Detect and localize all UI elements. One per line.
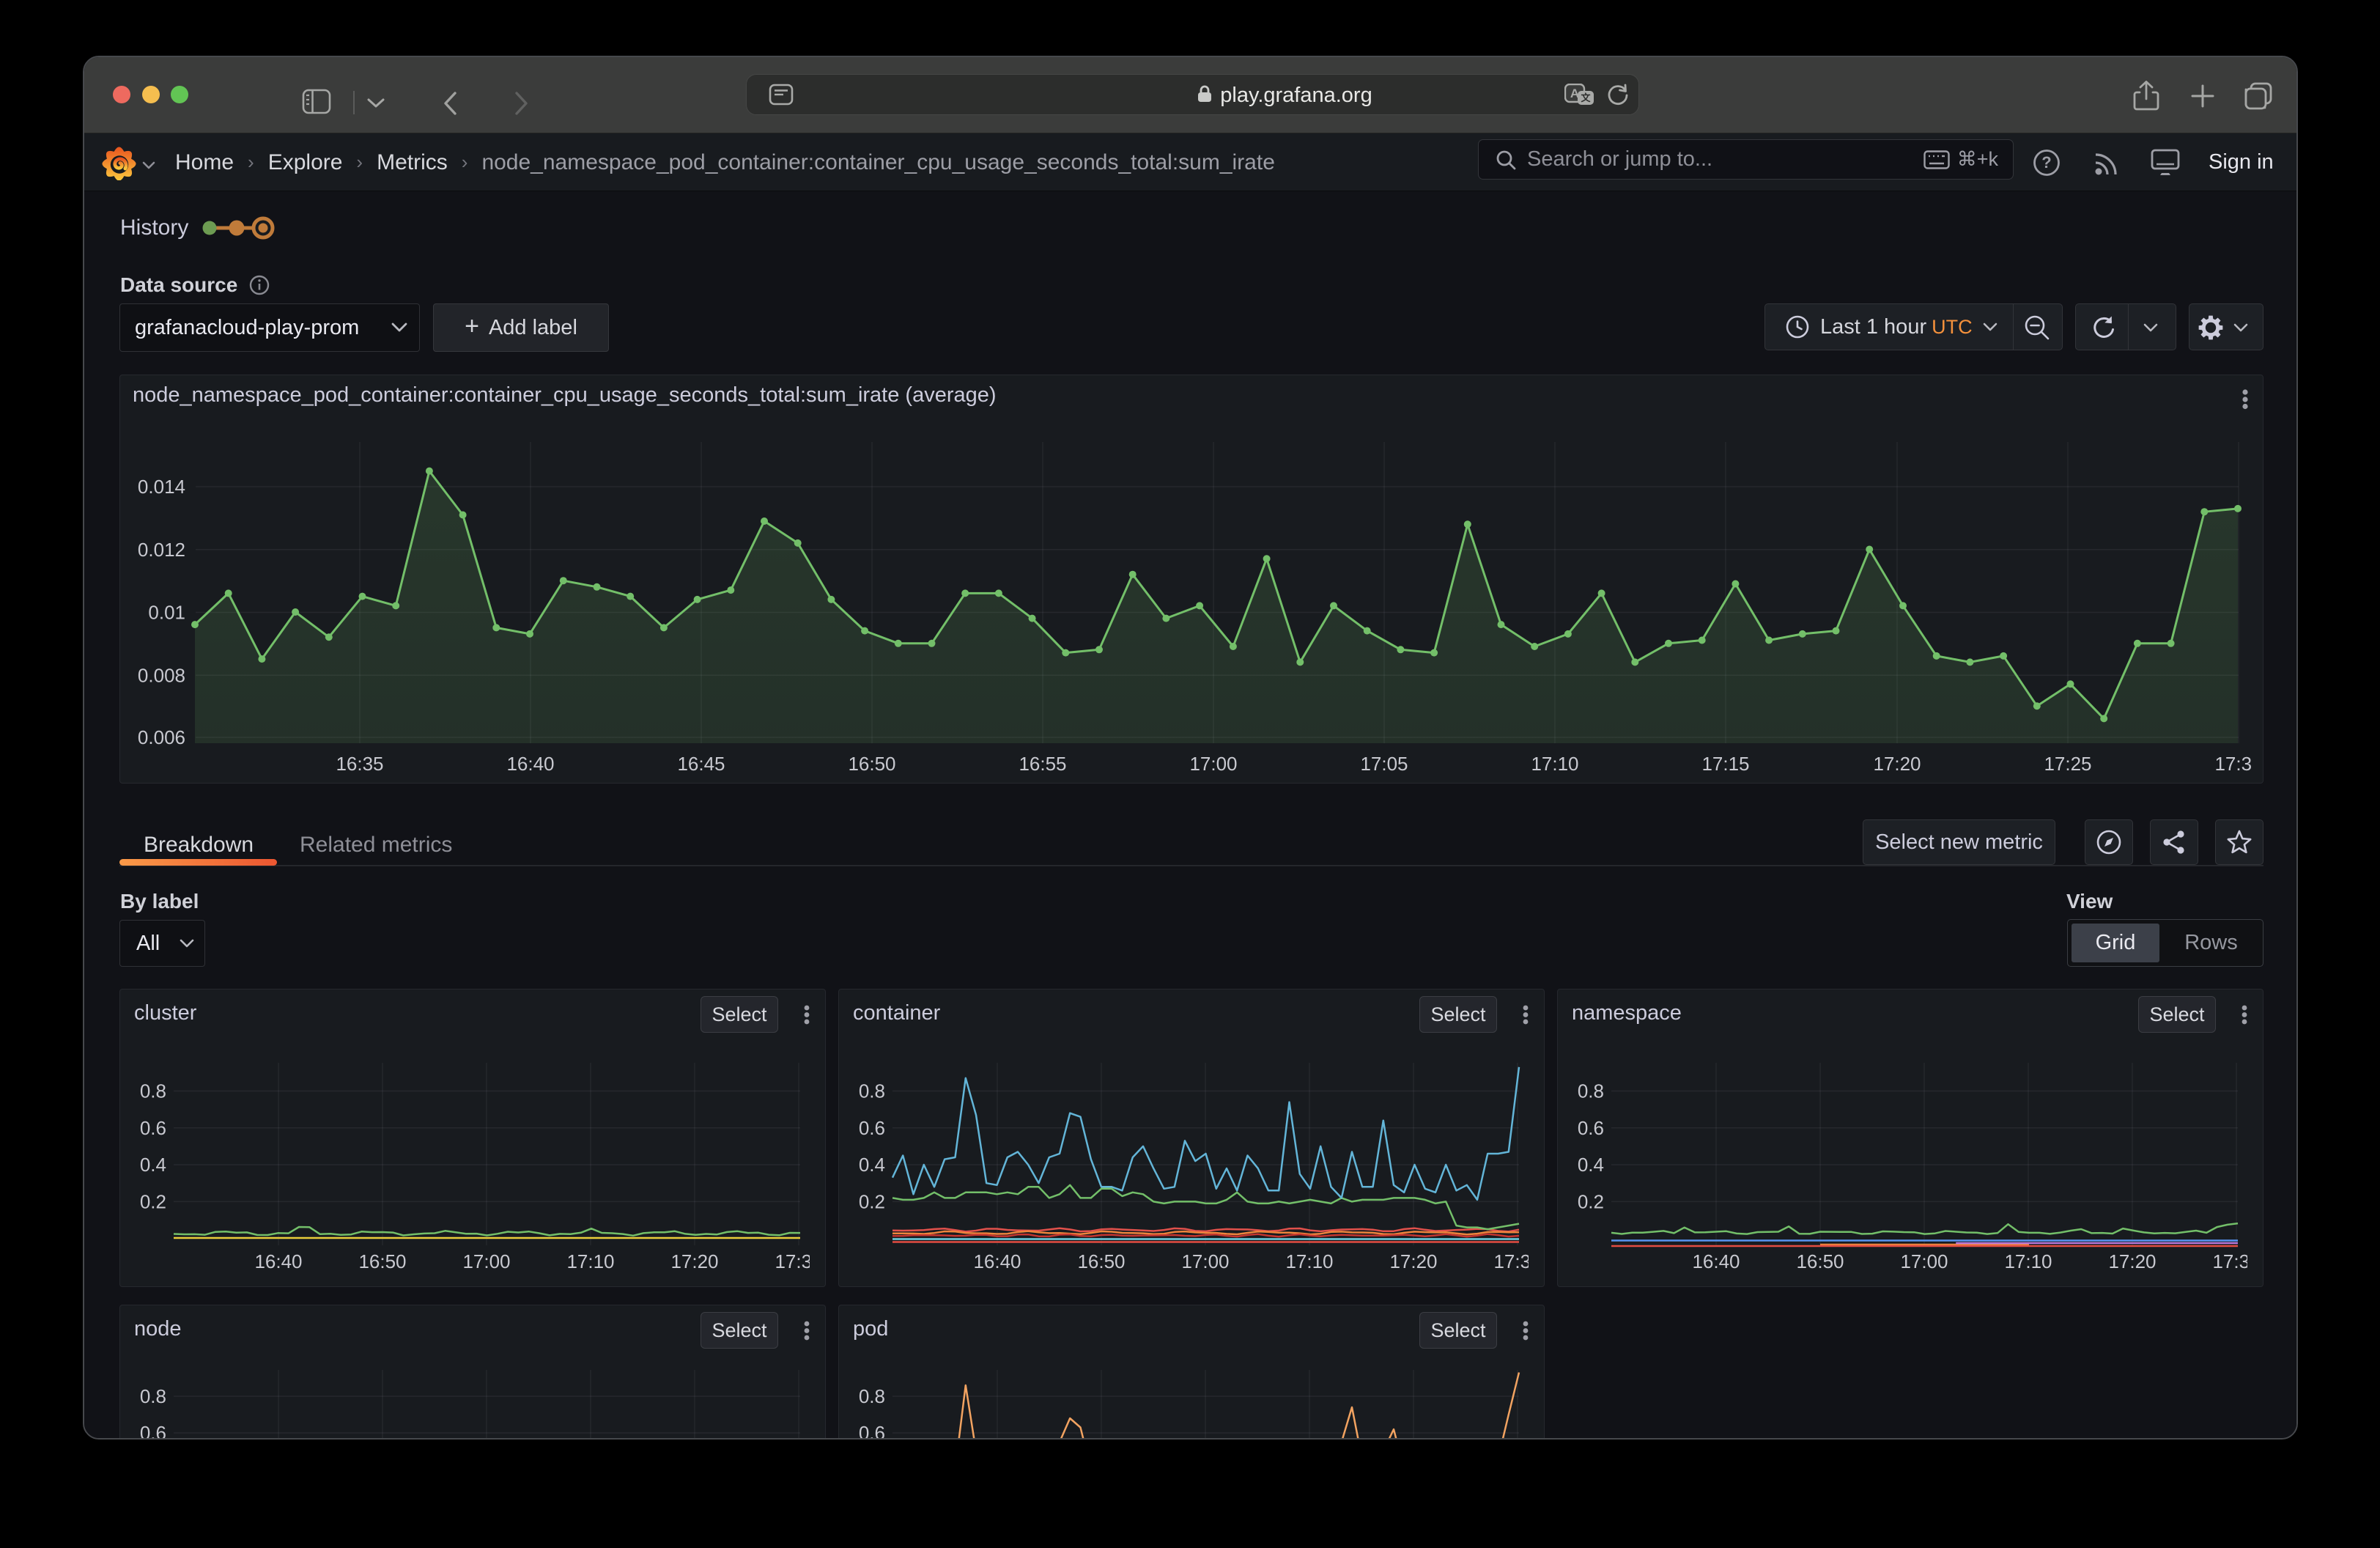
svg-text:17:00: 17:00 [462, 1250, 510, 1272]
svg-text:16:50: 16:50 [1077, 1250, 1125, 1272]
svg-text:17:25: 17:25 [2044, 753, 2091, 775]
svg-text:文: 文 [1581, 92, 1591, 103]
svg-text:0.4: 0.4 [859, 1154, 885, 1176]
svg-text:17:30: 17:30 [2214, 753, 2262, 775]
svg-text:17:20: 17:20 [670, 1250, 718, 1272]
svg-text:16:40: 16:40 [506, 753, 554, 775]
svg-text:16:40: 16:40 [973, 1250, 1021, 1272]
svg-text:16:50: 16:50 [358, 1250, 406, 1272]
svg-text:16:35: 16:35 [336, 753, 383, 775]
svg-text:0.6: 0.6 [140, 1117, 166, 1139]
svg-text:0.012: 0.012 [138, 539, 185, 561]
svg-text:17:30: 17:30 [2212, 1250, 2260, 1272]
svg-text:16:55: 16:55 [1019, 753, 1066, 775]
svg-text:17:00: 17:00 [1900, 1250, 1948, 1272]
svg-text:17:05: 17:05 [1360, 753, 1408, 775]
svg-text:0.8: 0.8 [859, 1080, 885, 1102]
svg-text:17:10: 17:10 [1285, 1250, 1333, 1272]
svg-text:0.8: 0.8 [140, 1080, 166, 1102]
svg-text:0.6: 0.6 [859, 1422, 885, 1440]
svg-text:16:50: 16:50 [1796, 1250, 1844, 1272]
svg-text:0.2: 0.2 [1578, 1190, 1604, 1212]
svg-text:17:00: 17:00 [1189, 753, 1237, 775]
svg-text:0.8: 0.8 [140, 1385, 166, 1407]
svg-text:17:20: 17:20 [1873, 753, 1921, 775]
svg-text:0.2: 0.2 [859, 1190, 885, 1212]
svg-text:16:40: 16:40 [254, 1250, 302, 1272]
svg-text:0.6: 0.6 [859, 1117, 885, 1139]
svg-text:0.2: 0.2 [140, 1190, 166, 1212]
svg-text:17:20: 17:20 [2108, 1250, 2156, 1272]
svg-text:17:30: 17:30 [1493, 1250, 1541, 1272]
svg-text:17:10: 17:10 [1531, 753, 1578, 775]
svg-text:16:40: 16:40 [1692, 1250, 1740, 1272]
svg-text:16:50: 16:50 [848, 753, 895, 775]
svg-text:0.014: 0.014 [138, 476, 185, 498]
svg-text:0.4: 0.4 [1578, 1154, 1604, 1176]
svg-text:0.6: 0.6 [1578, 1117, 1604, 1139]
svg-text:17:10: 17:10 [566, 1250, 614, 1272]
svg-text:0.4: 0.4 [140, 1154, 166, 1176]
svg-text:17:20: 17:20 [1389, 1250, 1437, 1272]
svg-text:0.008: 0.008 [138, 664, 185, 686]
svg-text:0.8: 0.8 [1578, 1080, 1604, 1102]
svg-text:0.6: 0.6 [140, 1422, 166, 1440]
svg-text:17:15: 17:15 [1701, 753, 1749, 775]
svg-text:0.8: 0.8 [859, 1385, 885, 1407]
svg-text:16:45: 16:45 [677, 753, 725, 775]
svg-text:17:10: 17:10 [2004, 1250, 2052, 1272]
svg-text:17:30: 17:30 [775, 1250, 822, 1272]
svg-text:0.01: 0.01 [148, 602, 185, 624]
svg-text:?: ? [2041, 153, 2051, 172]
svg-text:17:00: 17:00 [1181, 1250, 1229, 1272]
svg-text:0.006: 0.006 [138, 726, 185, 748]
